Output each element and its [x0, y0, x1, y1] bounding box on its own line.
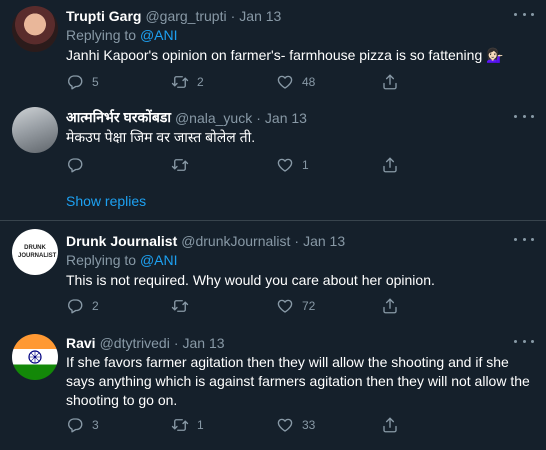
avatar[interactable] — [12, 107, 58, 153]
tweet-actions: 3 1 33 — [66, 415, 486, 435]
display-name[interactable]: Drunk Journalist — [66, 233, 177, 249]
share-button[interactable] — [381, 296, 421, 316]
more-options-icon[interactable] — [514, 7, 534, 21]
retweet-icon — [171, 73, 189, 91]
like-button[interactable]: 1 — [276, 155, 381, 175]
like-count: 72 — [302, 299, 316, 313]
reply-button[interactable]: 5 — [66, 72, 171, 92]
tweet-date[interactable]: Jan 13 — [303, 233, 345, 249]
retweet-count: 2 — [197, 75, 204, 89]
share-icon — [381, 73, 399, 91]
tweet[interactable]: Ravi @dtytrivedi · Jan 13 If she favors … — [0, 327, 546, 450]
like-button[interactable]: 48 — [276, 72, 381, 92]
like-count: 48 — [302, 75, 316, 89]
reply-count: 5 — [92, 75, 99, 89]
retweet-icon — [171, 297, 189, 315]
reply-icon — [66, 73, 84, 91]
avatar[interactable] — [12, 334, 58, 380]
replying-to: Replying to @ANI — [66, 251, 534, 270]
tweet-header: Drunk Journalist @drunkJournalist · Jan … — [66, 231, 534, 250]
separator-dot: · — [256, 109, 261, 126]
separator-dot: · — [173, 334, 179, 351]
more-options-icon[interactable] — [514, 232, 534, 246]
tweet-date[interactable]: Jan 13 — [265, 110, 307, 126]
chakra-icon — [28, 350, 42, 364]
tweet-header: आत्मनिर्भर घरकोंबडा @nala_yuck · Jan 13 — [66, 108, 534, 127]
display-name[interactable]: Trupti Garg — [66, 8, 141, 24]
replying-to-label: Replying to — [66, 27, 140, 43]
display-name[interactable]: Ravi — [66, 335, 96, 351]
retweet-icon — [171, 416, 189, 434]
tweet-text: If she favors farmer agitation then they… — [66, 354, 530, 408]
reply-icon — [66, 416, 84, 434]
share-button[interactable] — [381, 72, 421, 92]
share-icon — [381, 297, 399, 315]
display-name[interactable]: आत्मनिर्भर घरकोंबडा — [66, 108, 171, 127]
tweet-date[interactable]: Jan 13 — [182, 335, 224, 351]
replying-to: Replying to @ANI — [66, 26, 534, 45]
tweet-text: This is not required. Why would you care… — [66, 272, 435, 288]
reply-icon — [66, 156, 84, 174]
retweet-icon — [171, 156, 189, 174]
tweet-actions: 2 72 — [66, 296, 486, 316]
heart-icon — [276, 73, 294, 91]
avatar[interactable] — [12, 6, 58, 52]
retweet-button[interactable] — [171, 155, 276, 175]
tweet-header: Ravi @dtytrivedi · Jan 13 — [66, 333, 534, 352]
retweet-count: 1 — [197, 418, 204, 432]
like-count: 33 — [302, 418, 316, 432]
heart-icon — [276, 297, 294, 315]
heart-icon — [276, 156, 294, 174]
tweet-actions: 5 2 48 — [66, 72, 486, 92]
like-button[interactable]: 72 — [276, 296, 381, 316]
heart-icon — [276, 416, 294, 434]
reply-button[interactable]: 2 — [66, 296, 171, 316]
more-options-icon[interactable] — [514, 334, 534, 348]
replying-to-label: Replying to — [66, 252, 140, 268]
separator-dot: · — [230, 7, 236, 24]
avatar[interactable]: DRUNK JOURNALIST — [12, 229, 58, 275]
separator-dot: · — [294, 232, 300, 249]
tweet[interactable]: Trupti Garg @garg_trupti · Jan 13 Replyi… — [0, 0, 546, 95]
reply-button[interactable]: 3 — [66, 415, 171, 435]
reply-button[interactable] — [66, 155, 171, 175]
tweet-text: Janhi Kapoor's opinion on farmer's- farm… — [66, 47, 504, 63]
show-replies-link[interactable]: Show replies — [66, 193, 146, 209]
tweet[interactable]: आत्मनिर्भर घरकोंबडा @nala_yuck · Jan 13 … — [0, 100, 546, 180]
logo-text: DRUNK JOURNALIST — [18, 245, 57, 259]
tweet-date[interactable]: Jan 13 — [239, 8, 281, 24]
share-button[interactable] — [381, 155, 421, 175]
like-count: 1 — [302, 158, 309, 172]
user-handle[interactable]: @garg_trupti — [145, 8, 226, 24]
retweet-button[interactable]: 2 — [171, 72, 276, 92]
tweet[interactable]: DRUNK JOURNALIST Drunk Journalist @drunk… — [0, 221, 546, 321]
user-handle[interactable]: @drunkJournalist — [181, 233, 290, 249]
reply-icon — [66, 297, 84, 315]
reply-count: 3 — [92, 418, 99, 432]
tweet-header: Trupti Garg @garg_trupti · Jan 13 — [66, 6, 534, 25]
share-icon — [381, 416, 399, 434]
user-handle[interactable]: @dtytrivedi — [100, 335, 170, 351]
mention-link[interactable]: @ANI — [140, 27, 178, 43]
like-button[interactable]: 33 — [276, 415, 381, 435]
retweet-button[interactable]: 1 — [171, 415, 276, 435]
mention-link[interactable]: @ANI — [140, 252, 178, 268]
reply-count: 2 — [92, 299, 99, 313]
tweet-actions: 1 — [66, 155, 486, 175]
retweet-button[interactable] — [171, 296, 276, 316]
share-button[interactable] — [381, 415, 421, 435]
share-icon — [381, 156, 399, 174]
more-options-icon[interactable] — [514, 109, 534, 123]
user-handle[interactable]: @nala_yuck — [175, 110, 252, 126]
tweet-text: मेकउप पेक्षा जिम वर जास्त बोलेल ती. — [66, 129, 256, 145]
